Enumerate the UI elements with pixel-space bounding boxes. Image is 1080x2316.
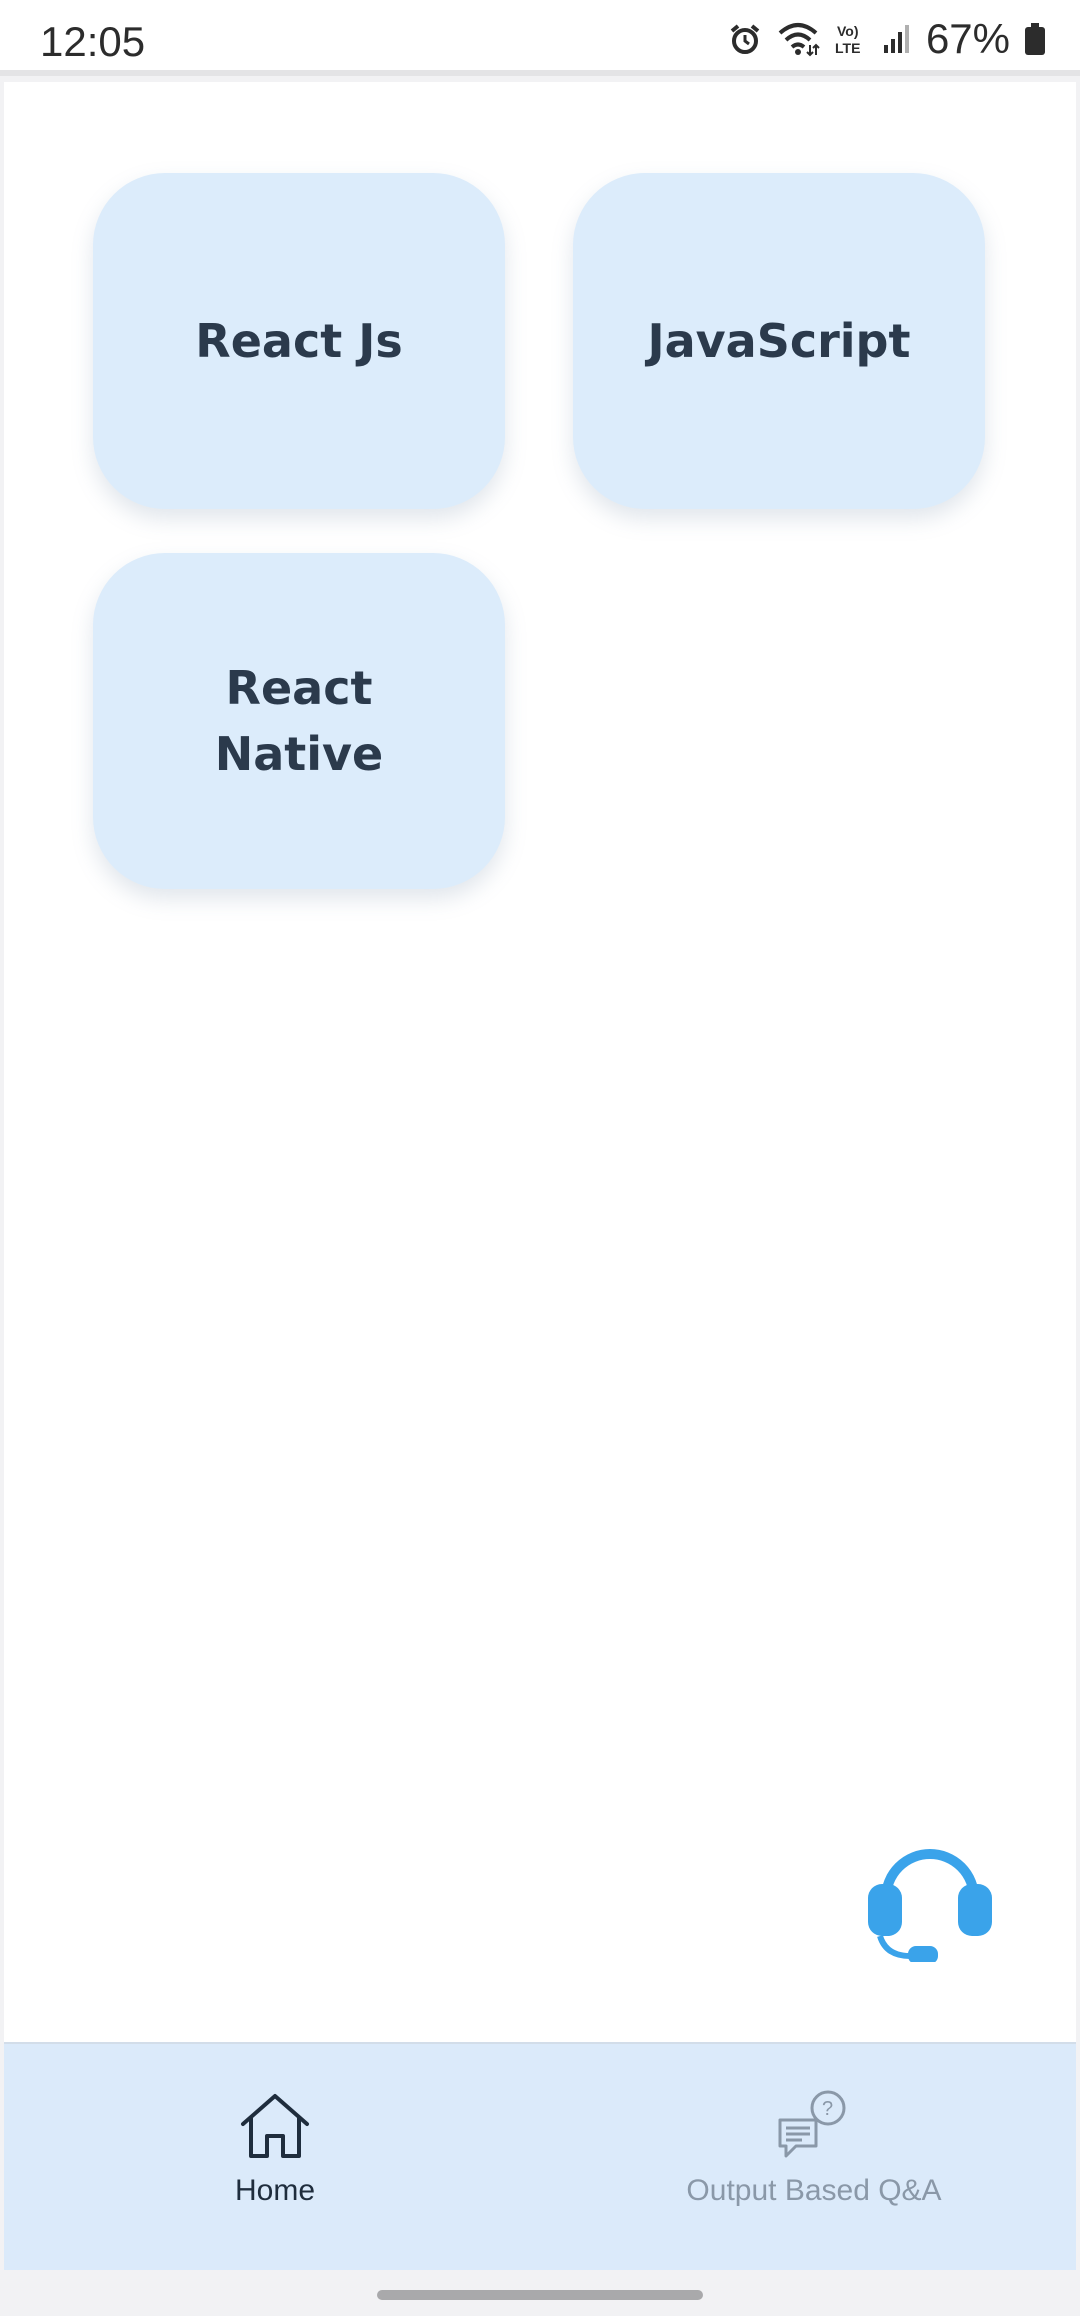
status-bar: 12:05 Vo) LTE 67% bbox=[0, 0, 1080, 76]
signal-icon bbox=[882, 23, 912, 55]
main-content: React Js JavaScript React Native bbox=[4, 82, 1076, 2042]
bottom-navigation: Home ? Output Based Q&A bbox=[4, 2042, 1076, 2270]
chat-question-icon: ? bbox=[778, 2090, 846, 2158]
svg-text:LTE: LTE bbox=[835, 40, 860, 56]
support-button[interactable] bbox=[860, 1832, 1000, 1964]
status-time: 12:05 bbox=[40, 18, 146, 65]
headset-icon bbox=[868, 1849, 992, 1964]
battery-icon bbox=[1024, 22, 1046, 56]
nav-item-home[interactable]: Home bbox=[160, 2044, 390, 2270]
topic-card-javascript[interactable]: JavaScript bbox=[573, 173, 985, 509]
alarm-icon bbox=[728, 22, 762, 56]
nav-item-output-based-qa[interactable]: ? Output Based Q&A bbox=[664, 2044, 964, 2270]
topic-card-react-js[interactable]: React Js bbox=[93, 173, 505, 509]
svg-text:Vo): Vo) bbox=[837, 23, 859, 39]
battery-percentage: 67% bbox=[925, 15, 1010, 62]
gesture-navigation-bar[interactable] bbox=[377, 2290, 703, 2300]
wifi-icon bbox=[776, 21, 820, 57]
home-icon bbox=[241, 2094, 309, 2158]
nav-label-home: Home bbox=[234, 2174, 316, 2207]
topic-card-label: JavaScript bbox=[647, 314, 911, 368]
nav-label-output-based-qa: Output Based Q&A bbox=[686, 2174, 942, 2207]
topic-card-react-native[interactable]: React Native bbox=[93, 553, 505, 889]
svg-text:?: ? bbox=[822, 2098, 833, 2120]
status-icons: Vo) LTE 67% bbox=[728, 14, 1046, 64]
topic-card-label: React Native bbox=[214, 661, 384, 781]
topic-card-label: React Js bbox=[195, 314, 403, 368]
volte-icon: Vo) LTE bbox=[834, 21, 868, 57]
